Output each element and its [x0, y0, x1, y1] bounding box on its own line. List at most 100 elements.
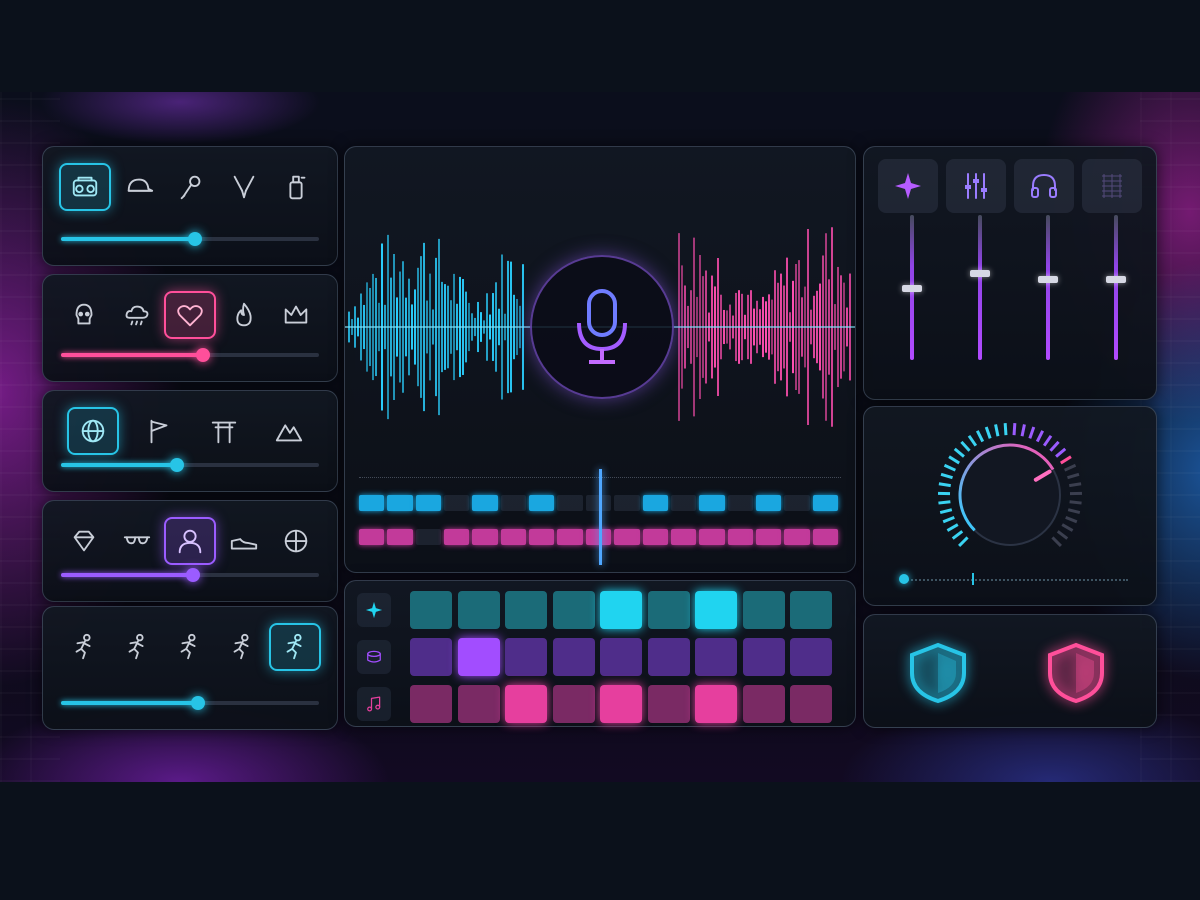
avatar-option[interactable]: [164, 517, 216, 565]
sequencer-pad[interactable]: [552, 685, 595, 723]
timeline-segment[interactable]: [699, 529, 725, 545]
runner-option[interactable]: [217, 624, 267, 670]
timeline-segment[interactable]: [444, 529, 470, 545]
sequencer-pad[interactable]: [410, 638, 452, 676]
sequencer-pad[interactable]: [742, 685, 785, 723]
timeline-segment[interactable]: [444, 495, 470, 511]
cap-option[interactable]: [114, 164, 164, 210]
timeline-segment[interactable]: [642, 495, 668, 511]
timeline-segment[interactable]: [529, 495, 555, 511]
volume-knob[interactable]: [864, 407, 1156, 567]
timeline-segment[interactable]: [670, 529, 697, 545]
slider-thumb[interactable]: [185, 568, 200, 582]
sequencer-pad[interactable]: [647, 685, 690, 723]
sequencer-pad[interactable]: [695, 591, 737, 629]
sequencer-pad[interactable]: [505, 638, 547, 676]
shield-toggle-cyan[interactable]: [902, 637, 974, 709]
runner-option[interactable]: [112, 624, 162, 670]
torii-gate-option[interactable]: [199, 408, 249, 454]
sequencer-pad[interactable]: [790, 685, 832, 723]
fader-cap[interactable]: [1106, 275, 1126, 283]
record-button[interactable]: [530, 255, 674, 399]
sequencer-pad[interactable]: [410, 685, 452, 723]
sequencer-pad[interactable]: [552, 638, 595, 676]
timeline-segment[interactable]: [529, 529, 555, 545]
channel-fader[interactable]: [960, 215, 1000, 360]
mixer-tab-headphones[interactable]: [1014, 159, 1074, 213]
sequencer-pad[interactable]: [505, 591, 547, 629]
spray-can-option[interactable]: [271, 164, 321, 210]
knob-fine-slider[interactable]: [899, 573, 1128, 585]
skull-option[interactable]: [59, 292, 109, 338]
timeline-segment[interactable]: [784, 495, 810, 511]
timeline-segment[interactable]: [670, 495, 697, 511]
option-slider[interactable]: [61, 232, 319, 246]
sequencer-pad[interactable]: [790, 591, 832, 629]
timeline-segment[interactable]: [642, 529, 668, 545]
timeline[interactable]: [345, 469, 855, 572]
timeline-segment[interactable]: [812, 529, 838, 545]
timeline-segment[interactable]: [784, 529, 810, 545]
channel-fader[interactable]: [892, 215, 932, 360]
sequencer-pad[interactable]: [742, 591, 785, 629]
timeline-segment[interactable]: [614, 529, 640, 545]
crown-option[interactable]: [271, 292, 321, 338]
timeline-segment[interactable]: [727, 495, 753, 511]
channel-fader[interactable]: [1096, 215, 1136, 360]
timeline-segment[interactable]: [359, 529, 385, 545]
timeline-segment[interactable]: [387, 529, 413, 545]
sequencer-pad[interactable]: [695, 638, 737, 676]
boombox-option[interactable]: [59, 163, 111, 211]
timeline-segment[interactable]: [500, 495, 527, 511]
option-slider[interactable]: [61, 568, 319, 582]
slider-thumb[interactable]: [190, 696, 205, 710]
mixer-tab-equalizer[interactable]: [946, 159, 1006, 213]
sunglasses-option[interactable]: [112, 518, 162, 564]
sequencer-pad[interactable]: [647, 638, 690, 676]
timeline-segment[interactable]: [557, 529, 583, 545]
sequencer-pad[interactable]: [505, 685, 547, 723]
timeline-segment[interactable]: [359, 495, 385, 511]
fader-cap[interactable]: [970, 270, 990, 278]
sequencer-pad[interactable]: [457, 638, 500, 676]
basketball-option[interactable]: [271, 518, 321, 564]
channel-fader[interactable]: [1028, 215, 1068, 360]
fader-cap[interactable]: [1038, 275, 1058, 283]
mixer-tab-grid[interactable]: [1082, 159, 1142, 213]
playhead[interactable]: [599, 469, 602, 565]
fine-slider-thumb[interactable]: [899, 574, 909, 584]
timeline-segment[interactable]: [727, 529, 753, 545]
sequencer-pad[interactable]: [695, 685, 737, 723]
slider-thumb[interactable]: [195, 348, 210, 362]
flag-option[interactable]: [134, 408, 184, 454]
sequencer-pad[interactable]: [600, 638, 642, 676]
slider-thumb[interactable]: [188, 232, 203, 246]
cloud-option[interactable]: [112, 292, 162, 338]
chain-option[interactable]: [219, 164, 269, 210]
timeline-segment[interactable]: [500, 529, 527, 545]
timeline-segment[interactable]: [812, 495, 838, 511]
timeline-segment[interactable]: [472, 529, 498, 545]
timeline-segment[interactable]: [472, 495, 498, 511]
fader-cap[interactable]: [902, 284, 922, 292]
timeline-segment[interactable]: [755, 495, 782, 511]
globe-option[interactable]: [66, 407, 119, 455]
timeline-segment[interactable]: [415, 495, 442, 511]
sequencer-pad[interactable]: [552, 591, 595, 629]
runner-option[interactable]: [164, 624, 214, 670]
microphone-option[interactable]: [166, 164, 216, 210]
sequencer-pad[interactable]: [457, 685, 500, 723]
shield-toggle-pink[interactable]: [1040, 637, 1112, 709]
timeline-segment[interactable]: [755, 529, 782, 545]
mixer-tab-sparkle[interactable]: [878, 159, 938, 213]
option-slider[interactable]: [61, 348, 319, 362]
diamond-option[interactable]: [59, 518, 109, 564]
timeline-segment[interactable]: [699, 495, 725, 511]
sequencer-pad[interactable]: [457, 591, 500, 629]
option-slider[interactable]: [61, 458, 319, 472]
heart-option[interactable]: [164, 291, 216, 339]
sequencer-pad[interactable]: [600, 685, 642, 723]
sequencer-pad[interactable]: [790, 638, 832, 676]
timeline-segment[interactable]: [387, 495, 413, 511]
sequencer-pad[interactable]: [600, 591, 642, 629]
